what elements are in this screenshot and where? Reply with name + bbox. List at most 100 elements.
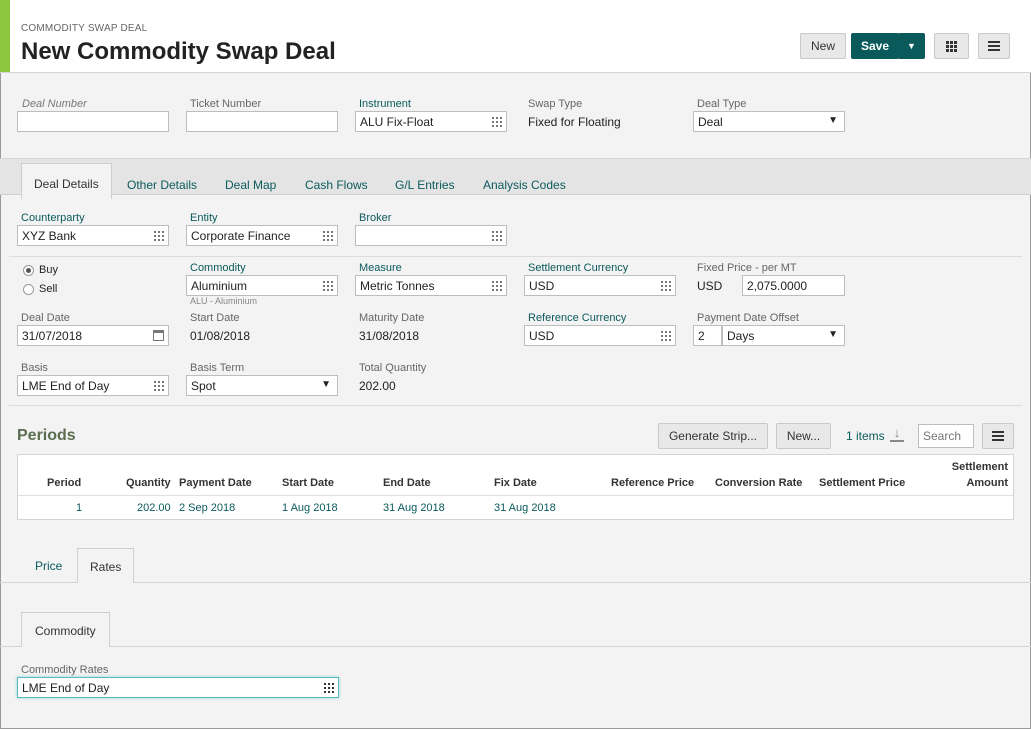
divider <box>9 256 1022 257</box>
hamburger-icon <box>988 41 1000 51</box>
deal-type-select[interactable]: Deal ▼ <box>693 111 845 132</box>
settlement-currency-field[interactable]: USD <box>524 275 676 296</box>
cell-payment-date: 2 Sep 2018 <box>179 502 236 514</box>
col-settlement-price[interactable]: Settlement Price <box>819 477 905 489</box>
maturity-date-value: 31/08/2018 <box>359 329 420 343</box>
deal-number-label: Deal Number <box>22 98 87 110</box>
commodity-hint: ALU - Aluminium <box>190 296 258 306</box>
menu-button[interactable] <box>978 33 1010 59</box>
tab-price[interactable]: Price <box>35 559 62 573</box>
new-button[interactable]: New <box>800 33 846 59</box>
basis-term-value: Spot <box>191 378 216 393</box>
reference-currency-field[interactable]: USD <box>524 325 676 346</box>
lookup-icon[interactable] <box>492 231 502 241</box>
grid-view-button[interactable] <box>934 33 969 59</box>
col-fix-date[interactable]: Fix Date <box>494 477 537 489</box>
cell-period: 1 <box>76 502 83 514</box>
basis-term-select[interactable]: Spot ▼ <box>186 375 338 396</box>
col-payment-date[interactable]: Payment Date <box>179 477 252 489</box>
calendar-icon[interactable] <box>153 330 164 341</box>
hamburger-icon <box>992 431 1004 441</box>
commodity-field[interactable]: Aluminium <box>186 275 338 296</box>
sell-radio[interactable] <box>23 284 34 295</box>
table-row[interactable]: 1 202.00 2 Sep 2018 1 Aug 2018 31 Aug 20… <box>18 496 1013 520</box>
tab-deal-details[interactable]: Deal Details <box>21 163 112 199</box>
lookup-icon[interactable] <box>492 281 502 291</box>
broker-label: Broker <box>359 212 392 224</box>
buy-label: Buy <box>39 264 58 276</box>
lookup-icon[interactable] <box>154 381 164 391</box>
tab-rates[interactable]: Rates <box>77 548 135 583</box>
lookup-icon[interactable] <box>661 281 671 291</box>
divider <box>9 405 1022 406</box>
lookup-icon[interactable] <box>324 683 334 693</box>
deal-type-value: Deal <box>698 114 723 129</box>
broker-field[interactable] <box>355 225 507 246</box>
price-rates-tabs-line <box>0 582 1031 583</box>
periods-title: Periods <box>17 427 76 444</box>
lookup-icon[interactable] <box>154 231 164 241</box>
buy-radio[interactable] <box>23 265 34 276</box>
reference-currency-label: Reference Currency <box>528 312 627 324</box>
col-quantity[interactable]: Quantity <box>126 477 171 489</box>
periods-table: Period Quantity Payment Date Start Date … <box>17 454 1014 520</box>
payment-offset-unit: Days <box>727 328 755 343</box>
detail-tabs: Deal Details Other Details Deal Map Cash… <box>0 158 1031 199</box>
ticket-number-field[interactable] <box>186 111 338 132</box>
instrument-field[interactable]: ALU Fix-Float <box>355 111 507 132</box>
total-quantity-value: 202.00 <box>359 379 396 393</box>
tab-gl-entries[interactable]: G/L Entries <box>395 178 455 192</box>
fixed-price-currency: USD <box>697 279 723 293</box>
instrument-value: ALU Fix-Float <box>360 114 434 129</box>
col-conversion-rate[interactable]: Conversion Rate <box>715 477 802 489</box>
col-end-date[interactable]: End Date <box>383 477 431 489</box>
counterparty-label: Counterparty <box>21 212 85 224</box>
payment-offset-number[interactable]: 2 <box>693 325 722 346</box>
col-period[interactable]: Period <box>47 477 81 489</box>
periods-menu-button[interactable] <box>982 423 1014 449</box>
save-button[interactable]: Save <box>851 33 899 59</box>
commodity-rates-value: LME End of Day <box>22 680 110 695</box>
chevron-down-icon: ▼ <box>828 329 838 340</box>
instrument-label: Instrument <box>359 98 411 110</box>
fixed-price-field[interactable]: 2,075.0000 <box>742 275 845 296</box>
swap-type-value: Fixed for Floating <box>528 115 621 129</box>
tab-cash-flows[interactable]: Cash Flows <box>305 178 368 192</box>
chevron-down-icon: ▼ <box>907 41 916 51</box>
search-input[interactable]: Search <box>918 424 974 448</box>
cell-fix-date: 31 Aug 2018 <box>494 502 556 514</box>
entity-field[interactable]: Corporate Finance <box>186 225 338 246</box>
lookup-icon[interactable] <box>323 231 333 241</box>
col-reference-price[interactable]: Reference Price <box>611 477 694 489</box>
save-dropdown-button[interactable]: ▼ <box>898 33 925 59</box>
lookup-icon[interactable] <box>323 281 333 291</box>
lookup-icon[interactable] <box>492 117 502 127</box>
deal-date-value: 31/07/2018 <box>22 328 83 343</box>
generate-strip-button[interactable]: Generate Strip... <box>658 423 768 449</box>
download-icon[interactable]: ↓ <box>890 426 904 442</box>
tab-commodity[interactable]: Commodity <box>21 612 110 647</box>
commodity-value: Aluminium <box>191 278 248 293</box>
chevron-down-icon: ▼ <box>321 379 331 390</box>
lookup-icon[interactable] <box>661 331 671 341</box>
payment-offset-unit-select[interactable]: Days ▼ <box>722 325 845 346</box>
tab-other-details[interactable]: Other Details <box>127 178 197 192</box>
col-start-date[interactable]: Start Date <box>282 477 334 489</box>
basis-term-label: Basis Term <box>190 362 245 374</box>
commodity-rates-label: Commodity Rates <box>21 664 109 676</box>
counterparty-field[interactable]: XYZ Bank <box>17 225 169 246</box>
col-settlement-amount-1[interactable]: Settlement <box>952 461 1008 473</box>
measure-field[interactable]: Metric Tonnes <box>355 275 507 296</box>
basis-value: LME End of Day <box>22 378 110 393</box>
new-period-button[interactable]: New... <box>776 423 831 449</box>
page-header: COMMODITY SWAP DEAL New Commodity Swap D… <box>0 0 1031 73</box>
cell-end-date: 31 Aug 2018 <box>383 502 445 514</box>
col-settlement-amount-2[interactable]: Amount <box>966 477 1008 489</box>
basis-field[interactable]: LME End of Day <box>17 375 169 396</box>
deal-date-field[interactable]: 31/07/2018 <box>17 325 169 346</box>
tab-deal-map[interactable]: Deal Map <box>225 178 276 192</box>
measure-label: Measure <box>359 262 402 274</box>
tab-analysis-codes[interactable]: Analysis Codes <box>483 178 566 192</box>
commodity-rates-field[interactable]: LME End of Day <box>17 677 339 698</box>
deal-number-field[interactable] <box>17 111 169 132</box>
